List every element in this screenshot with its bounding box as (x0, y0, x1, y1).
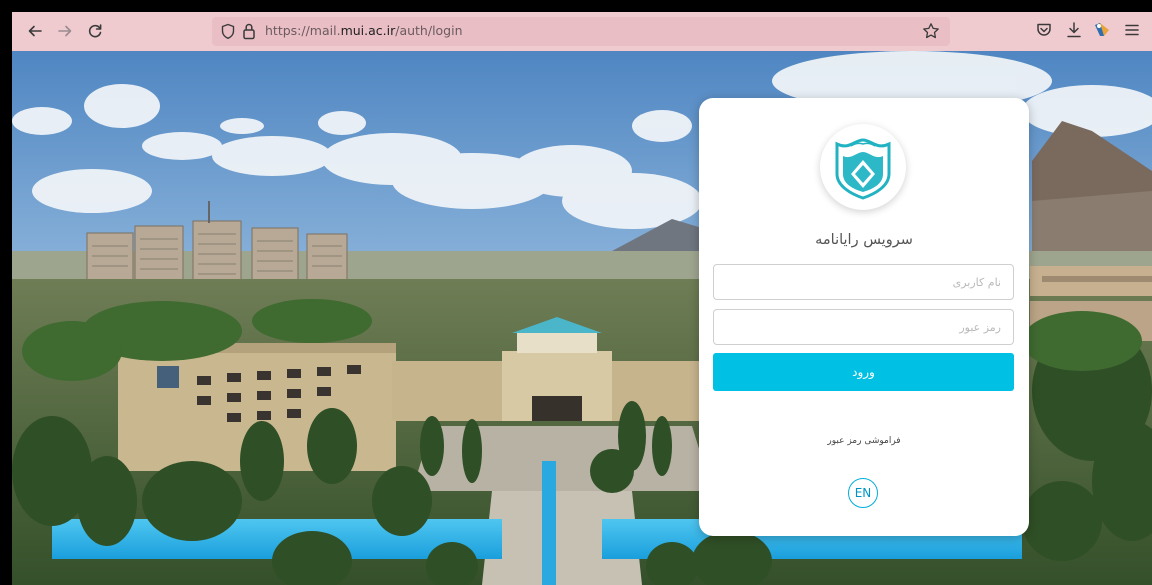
pocket-icon[interactable] (1035, 21, 1053, 43)
tracking-protection-icon[interactable] (220, 23, 236, 44)
extension-icon[interactable] (1092, 21, 1112, 43)
browser-toolbar: https://mail.mui.ac.ir/auth/login (12, 12, 1152, 51)
download-icon[interactable] (1065, 21, 1083, 43)
bookmark-star-icon[interactable] (922, 22, 940, 44)
reload-icon[interactable] (84, 20, 106, 42)
menu-icon[interactable] (1124, 21, 1140, 43)
login-button[interactable]: ورود (713, 353, 1014, 391)
forgot-password-link[interactable]: فراموشی رمز عبور (699, 436, 1029, 446)
url-domain: mui.ac.ir (340, 23, 396, 38)
back-icon[interactable] (24, 20, 46, 42)
password-input[interactable] (713, 309, 1014, 345)
address-bar[interactable]: https://mail.mui.ac.ir/auth/login (212, 17, 950, 46)
login-card: سرویس رایانامه ورود فراموشی رمز عبور EN (699, 98, 1029, 536)
lock-icon[interactable] (242, 22, 256, 44)
username-input[interactable] (713, 264, 1014, 300)
url-path: /auth/login (395, 23, 463, 38)
url-text[interactable]: https://mail.mui.ac.ir/auth/login (265, 23, 463, 38)
language-switch-button[interactable]: EN (848, 478, 878, 508)
url-prefix: https://mail. (265, 23, 341, 38)
university-logo (820, 124, 906, 210)
service-title: سرویس رایانامه (815, 232, 913, 248)
forward-icon[interactable] (54, 20, 76, 42)
